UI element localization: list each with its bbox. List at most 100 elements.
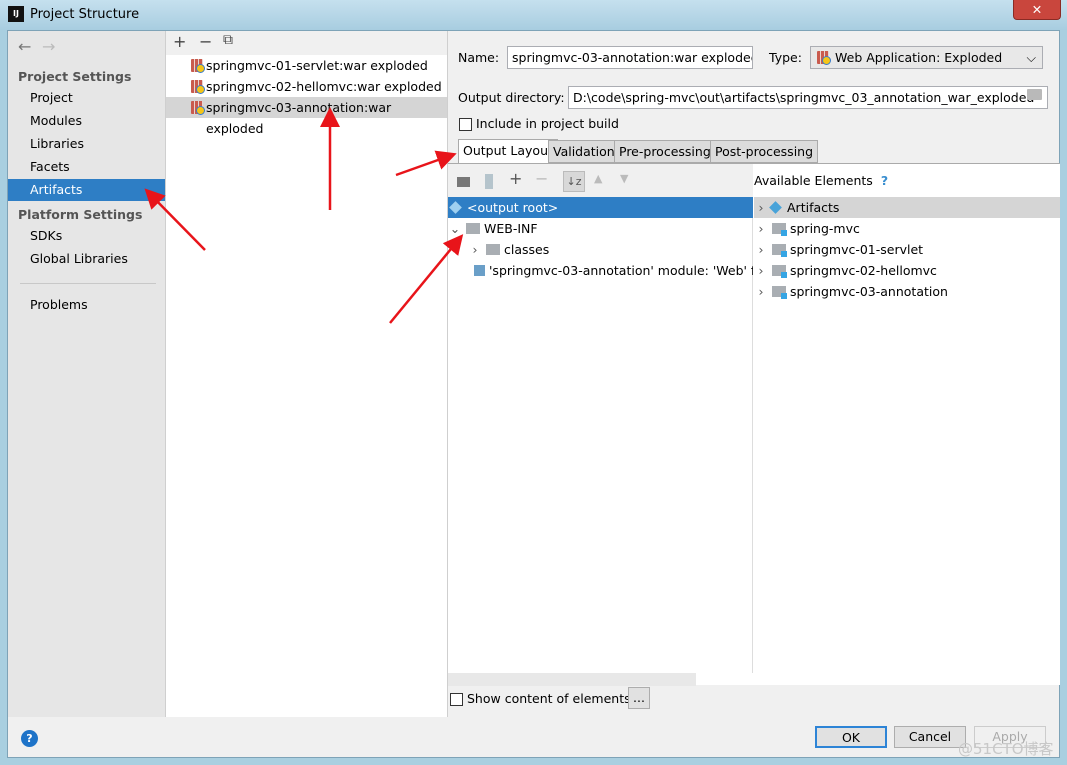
item-label: spring-mvc <box>789 221 860 236</box>
item-label: springmvc-02-hellomvc <box>789 263 937 278</box>
tree-node-facet-resources[interactable]: 'springmvc-03-annotation' module: 'Web' … <box>448 260 753 281</box>
sort-alphabetically-icon[interactable]: ↓z <box>563 171 585 192</box>
output-directory-label: Output directory: <box>458 90 565 105</box>
chevron-down-icon: ⌵ <box>1026 50 1036 65</box>
type-select[interactable]: Web Application: Exploded ⌵ <box>810 46 1043 69</box>
back-arrow-icon[interactable]: ← <box>18 37 31 56</box>
type-select-value: Web Application: Exploded <box>835 50 1003 65</box>
show-content-checkbox[interactable] <box>450 693 463 706</box>
ok-button[interactable]: OK <box>815 726 887 748</box>
module-icon <box>771 244 787 257</box>
tab-post-processing[interactable]: Post-processing <box>710 140 819 163</box>
move-down-icon[interactable]: ▼ <box>620 172 628 185</box>
sidebar-item-problems[interactable]: Problems <box>8 294 165 316</box>
chevron-down-icon[interactable]: ⌄ <box>448 218 462 239</box>
sidebar-item-libraries[interactable]: Libraries <box>8 133 165 155</box>
sidebar-divider <box>20 283 156 284</box>
window-title: Project Structure <box>30 7 140 22</box>
add-copy-icon[interactable]: + <box>509 169 522 188</box>
artifact-item[interactable]: springmvc-02-hellomvc:war exploded <box>166 76 447 97</box>
output-layout-tree: <output root> ⌄ WEB-INF › classes 'sprin… <box>448 197 753 673</box>
type-label: Type: <box>769 50 802 65</box>
artifact-item[interactable]: springmvc-03-annotation:war exploded <box>166 97 447 136</box>
artifact-item[interactable]: springmvc-01-servlet:war exploded <box>166 55 447 76</box>
available-item[interactable]: › springmvc-03-annotation <box>754 281 1060 302</box>
cancel-button[interactable]: Cancel <box>894 726 966 748</box>
browse-folder-icon[interactable] <box>1027 89 1042 100</box>
artifact-label: springmvc-02-hellomvc:war exploded <box>206 79 442 94</box>
platform-settings-header: Platform Settings <box>18 207 143 222</box>
available-item[interactable]: › springmvc-01-servlet <box>754 239 1060 260</box>
war-artifact-icon <box>191 101 205 115</box>
module-icon <box>771 223 787 236</box>
sidebar: ← → Project Settings Project Modules Lib… <box>8 31 166 717</box>
chevron-right-icon[interactable]: › <box>754 260 768 281</box>
intellij-app-icon: IJ <box>8 6 24 22</box>
available-item[interactable]: › Artifacts <box>754 197 1060 218</box>
project-settings-header: Project Settings <box>18 69 132 84</box>
include-in-build-label: Include in project build <box>476 116 619 131</box>
help-button[interactable]: ? <box>21 730 38 747</box>
module-icon <box>771 286 787 299</box>
tab-validation[interactable]: Validation <box>548 140 620 163</box>
layout-toolbar: + − ↓z ▲ ▼ <box>448 164 753 197</box>
node-label: <output root> <box>467 200 559 215</box>
dialog-body: ← → Project Settings Project Modules Lib… <box>7 30 1060 758</box>
chevron-right-icon[interactable]: › <box>754 239 768 260</box>
watermark: @51CTO博客 <box>958 740 1054 758</box>
artifact-label: springmvc-01-servlet:war exploded <box>206 58 428 73</box>
name-input[interactable]: springmvc-03-annotation:war exploded <box>507 46 753 69</box>
add-icon[interactable]: + <box>173 32 186 51</box>
sidebar-item-sdks[interactable]: SDKs <box>8 225 165 247</box>
move-up-icon[interactable]: ▲ <box>594 172 602 185</box>
output-directory-input[interactable]: D:\code\spring-mvc\out\artifacts\springm… <box>568 86 1048 109</box>
artifact-toolbar: + − ⧉ <box>166 31 447 55</box>
new-directory-icon[interactable] <box>457 177 470 187</box>
artifact-list-panel: + − ⧉ springmvc-01-servlet:war exploded … <box>166 31 448 717</box>
artifacts-icon <box>769 201 782 214</box>
close-button[interactable]: ✕ <box>1013 0 1061 20</box>
title-bar: IJ Project Structure ✕ <box>0 0 1067 30</box>
create-archive-icon[interactable] <box>485 174 493 189</box>
copy-icon[interactable]: ⧉ <box>223 32 233 48</box>
show-content-label: Show content of elements <box>467 691 631 706</box>
name-label: Name: <box>458 50 500 65</box>
folder-icon <box>485 244 500 255</box>
item-label: springmvc-01-servlet <box>789 242 924 257</box>
chevron-right-icon[interactable]: › <box>754 218 768 239</box>
sidebar-item-facets[interactable]: Facets <box>8 156 165 178</box>
remove-element-icon[interactable]: − <box>535 169 548 188</box>
chevron-right-icon[interactable]: › <box>468 239 482 260</box>
tab-pre-processing[interactable]: Pre-processing <box>614 140 716 163</box>
sidebar-item-global-libraries[interactable]: Global Libraries <box>8 248 165 270</box>
tree-node-web-inf[interactable]: ⌄ WEB-INF <box>448 218 753 239</box>
forward-arrow-icon[interactable]: → <box>42 37 55 56</box>
show-content-options-button[interactable]: ... <box>628 687 650 709</box>
node-label: 'springmvc-03-annotation' module: 'Web' … <box>489 263 753 278</box>
tree-node-output-root[interactable]: <output root> <box>448 197 753 218</box>
war-artifact-icon <box>191 80 205 94</box>
item-label: Artifacts <box>787 200 840 215</box>
include-in-build-checkbox[interactable] <box>459 118 472 131</box>
tree-node-classes[interactable]: › classes <box>448 239 753 260</box>
available-item[interactable]: › springmvc-02-hellomvc <box>754 260 1060 281</box>
output-root-icon <box>449 201 462 214</box>
horizontal-scrollbar[interactable] <box>448 673 696 686</box>
folder-icon <box>465 223 480 234</box>
artifact-label: springmvc-03-annotation:war exploded <box>206 100 392 136</box>
remove-icon[interactable]: − <box>199 32 212 51</box>
chevron-right-icon[interactable]: › <box>754 197 768 218</box>
war-artifact-icon <box>191 59 205 73</box>
chevron-right-icon[interactable]: › <box>754 281 768 302</box>
sidebar-item-artifacts[interactable]: Artifacts <box>8 179 165 201</box>
available-elements-tree: › Artifacts › spring-mvc › springmvc-01-s… <box>754 197 1060 673</box>
available-item[interactable]: › spring-mvc <box>754 218 1060 239</box>
sidebar-item-modules[interactable]: Modules <box>8 110 165 132</box>
sidebar-item-project[interactable]: Project <box>8 87 165 109</box>
node-label: WEB-INF <box>483 221 538 236</box>
help-icon[interactable]: ? <box>881 173 888 188</box>
artifact-detail-panel: Name: springmvc-03-annotation:war explod… <box>448 31 1060 717</box>
web-facet-icon <box>474 265 485 276</box>
tab-output-layout[interactable]: Output Layout <box>458 139 558 164</box>
war-artifact-icon <box>817 51 831 65</box>
